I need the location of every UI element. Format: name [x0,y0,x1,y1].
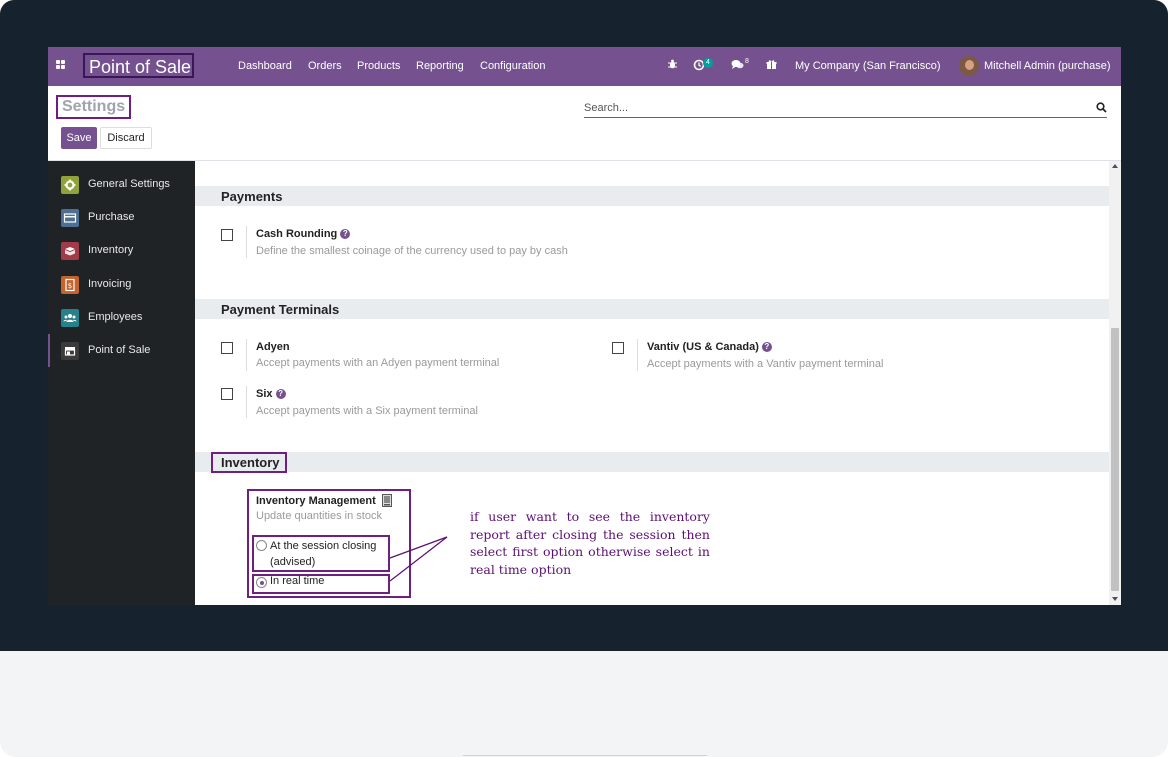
sidebar-item-label: Purchase [88,211,135,223]
save-button[interactable]: Save [61,127,97,149]
menu-reporting[interactable]: Reporting [416,60,464,72]
sidebar-item-purchase[interactable]: Purchase [48,201,195,234]
search-icon[interactable] [1096,100,1107,113]
scroll-down-arrow-icon[interactable] [1112,597,1118,601]
sidebar-item-label: General Settings [88,178,170,190]
discard-button[interactable]: Discard [100,127,152,149]
page-title: Settings [56,95,131,119]
sidebar-item-invoicing[interactable]: $ Invoicing [48,268,195,301]
user-menu[interactable]: Mitchell Admin (purchase) [984,60,1111,72]
message-count-badge: 8 [745,58,749,65]
activity-count-badge: 4 [703,58,713,68]
menu-orders[interactable]: Orders [308,60,342,72]
menu-products[interactable]: Products [357,60,400,72]
sidebar-item-employees[interactable]: Employees [48,301,195,334]
scrollbar-thumb[interactable] [1111,328,1119,591]
app-title[interactable]: Point of Sale [83,53,194,78]
settings-content: Payments Cash Rounding? Define the small… [195,161,1109,605]
shop-icon [61,342,79,360]
search-input[interactable] [584,102,1074,114]
monitor-chin [0,651,1168,757]
settings-sidebar: General Settings Purchase Inventory $ In… [48,161,195,605]
sidebar-item-point-of-sale[interactable]: Point of Sale [48,334,195,367]
gear-icon [61,176,79,194]
monitor-stand-line [463,755,707,756]
screen: Point of Sale Dashboard Orders Products … [48,47,1121,605]
user-avatar[interactable] [959,56,979,76]
menu-dashboard[interactable]: Dashboard [238,60,292,72]
menu-configuration[interactable]: Configuration [480,60,545,72]
sidebar-item-label: Inventory [88,244,134,256]
sidebar-item-label: Invoicing [88,278,132,290]
invoice-icon: $ [61,276,79,294]
company-switcher[interactable]: My Company (San Francisco) [795,60,941,72]
sidebar-item-general-settings[interactable]: General Settings [48,168,195,201]
content-scrollbar[interactable] [1109,161,1121,605]
scroll-up-arrow-icon[interactable] [1112,164,1118,168]
bug-icon[interactable] [667,59,678,73]
annotation-note: if user want to see the inventory report… [470,509,710,577]
sidebar-item-label: Employees [88,311,143,323]
search-bar [584,98,1107,118]
apps-menu-icon[interactable] [56,60,66,70]
svg-text:$: $ [68,282,72,290]
top-navbar: Point of Sale Dashboard Orders Products … [48,47,1121,86]
boxes-icon [61,242,79,260]
messages-icon[interactable] [731,59,744,73]
gift-icon[interactable] [766,59,777,73]
sidebar-item-label: Point of Sale [88,344,151,356]
sidebar-item-inventory[interactable]: Inventory [48,234,195,267]
users-icon [61,309,79,327]
credit-card-icon [61,209,79,227]
